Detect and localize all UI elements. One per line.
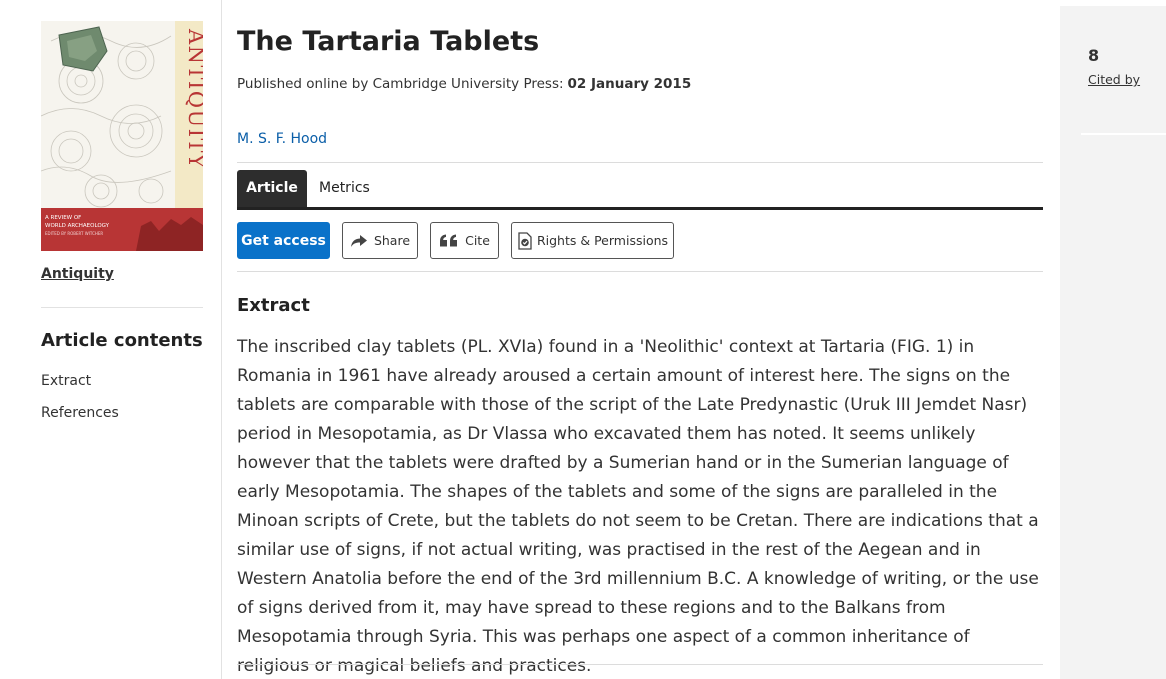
- cover-masthead: ANTIQUITY: [184, 28, 203, 169]
- tab-metrics[interactable]: Metrics: [319, 170, 370, 207]
- cited-by-link[interactable]: Cited by: [1088, 72, 1140, 87]
- article-contents-title: Article contents: [41, 330, 203, 351]
- contents-item-extract[interactable]: Extract: [41, 373, 91, 389]
- cover-tagline-2: WORLD ARCHAEOLOGY: [45, 223, 110, 229]
- permissions-check-icon: [517, 231, 533, 250]
- rights-label: Rights & Permissions: [536, 233, 669, 248]
- sidebar-divider: [41, 307, 203, 308]
- journal-cover-image[interactable]: ANTIQUITY A REVIEW OF WORLD ARCHAEOLOGY …: [41, 21, 203, 251]
- share-label: Share: [373, 233, 411, 248]
- published-prefix: Published online by Cambridge University…: [237, 76, 564, 92]
- extract-text: The inscribed clay tablets (PL. XVIa) fo…: [237, 337, 1039, 676]
- share-arrow-icon: [350, 234, 368, 248]
- rights-permissions-button[interactable]: Rights & Permissions: [511, 222, 674, 259]
- article-main: The Tartaria Tablets Published online by…: [237, 0, 1043, 679]
- article-title: The Tartaria Tablets: [237, 26, 540, 57]
- cite-button[interactable]: Cite: [430, 222, 499, 259]
- cover-editor: EDITED BY ROBERT WITCHER: [45, 231, 103, 236]
- cite-label: Cite: [465, 233, 490, 248]
- get-access-button[interactable]: Get access: [237, 222, 330, 259]
- tab-article[interactable]: Article: [237, 170, 307, 207]
- share-button[interactable]: Share: [342, 222, 418, 259]
- divider: [237, 271, 1043, 272]
- published-date: 02 January 2015: [567, 76, 692, 92]
- author-link[interactable]: M. S. F. Hood: [237, 131, 327, 147]
- cover-artwork: ANTIQUITY A REVIEW OF WORLD ARCHAEOLOGY …: [41, 21, 203, 251]
- contents-item-references[interactable]: References: [41, 405, 119, 421]
- divider: [237, 664, 1043, 665]
- section-heading-extract: Extract: [237, 295, 310, 316]
- rail-divider: [1081, 133, 1166, 135]
- cover-tagline-1: A REVIEW OF: [45, 215, 81, 221]
- left-sidebar: ANTIQUITY A REVIEW OF WORLD ARCHAEOLOGY …: [0, 0, 222, 679]
- cited-by-count: 8: [1088, 46, 1100, 65]
- journal-link[interactable]: Antiquity: [41, 266, 114, 282]
- quote-icon: [439, 234, 459, 247]
- get-access-label: Get access: [241, 232, 326, 249]
- metrics-rail: 8 Cited by: [1060, 6, 1166, 679]
- article-tabs: Article Metrics: [237, 170, 1043, 210]
- divider: [237, 162, 1043, 163]
- published-line: Published online by Cambridge University…: [237, 76, 691, 92]
